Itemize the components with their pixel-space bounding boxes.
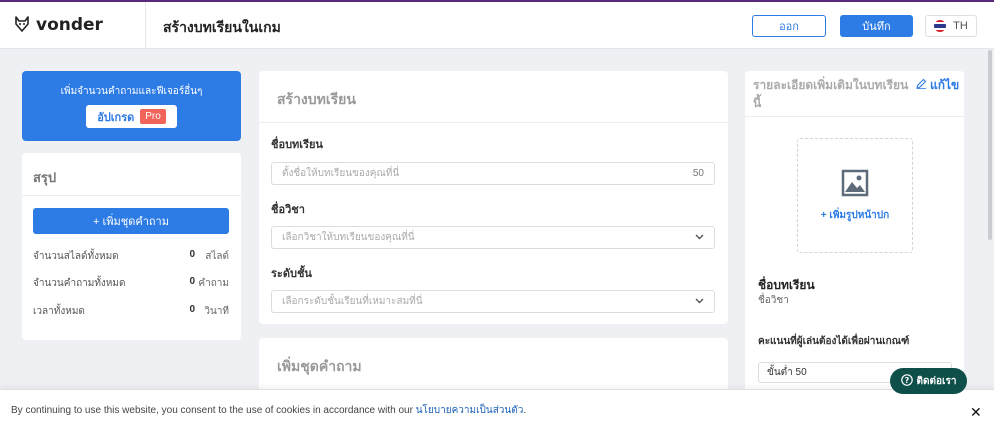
subject-select[interactable]: เลือกวิชาให้บทเรียนของคุณที่นี่ xyxy=(271,226,715,249)
upgrade-banner: เพิ่มจำนวนคำถามและฟีเจอร์อื่นๆ อัปเกรด P… xyxy=(22,71,241,141)
contact-label: ติดต่อเรา xyxy=(916,375,957,387)
stat-unit: คำถาม xyxy=(198,278,229,289)
brand-name: vonder xyxy=(36,15,103,35)
add-question-set-button[interactable]: + เพิ่มชุดคำถาม xyxy=(33,208,229,234)
subject-placeholder: เลือกวิชาให้บทเรียนของคุณที่นี่ xyxy=(282,232,415,243)
upgrade-button-label: อัปเกรด xyxy=(97,111,135,124)
edit-details-link[interactable]: แก้ไข xyxy=(916,76,960,94)
upgrade-text: เพิ่มจำนวนคำถามและฟีเจอร์อื่นๆ xyxy=(60,86,203,97)
thai-flag-icon xyxy=(934,20,947,32)
cookie-banner: By continuing to use this website, you c… xyxy=(0,389,994,435)
stat-unit: สไลด์ xyxy=(205,251,229,262)
app-header: vonder สร้างบทเรียนในเกม ออก บันทึก TH xyxy=(0,2,994,49)
pro-badge: Pro xyxy=(140,109,166,124)
stat-row-slides: จำนวนสไลด์ทั้งหมด 0 สไลด์ xyxy=(33,249,229,264)
passing-score-label: คะแนนที่ผู้เล่นต้องได้เพื่อผ่านเกณฑ์ xyxy=(758,336,910,347)
summary-title: สรุป xyxy=(33,170,57,185)
close-icon[interactable]: ✕ xyxy=(970,404,982,421)
lesson-name-placeholder: ตั้งชื่อให้บทเรียนของคุณที่นี่ xyxy=(282,168,400,179)
create-lesson-card: สร้างบทเรียน ชื่อบทเรียน ตั้งชื่อให้บทเร… xyxy=(259,71,728,324)
help-icon: ? xyxy=(900,373,913,389)
header-divider xyxy=(145,2,146,49)
chevron-down-icon xyxy=(695,232,704,243)
stat-unit: วินาที xyxy=(204,306,229,317)
stat-label: จำนวนสไลด์ทั้งหมด xyxy=(33,251,119,262)
lesson-details-card: รายละเอียดเพิ่มเติมในบทเรียนนี้ แก้ไข + … xyxy=(745,71,964,401)
stat-value: 0 xyxy=(189,276,195,287)
stat-label: จำนวนคำถามทั้งหมด xyxy=(33,278,126,289)
contact-us-button[interactable]: ? ติดต่อเรา xyxy=(890,368,967,394)
add-cover-label: + เพิ่มรูปหน้าปก xyxy=(820,209,890,221)
stat-label: เวลาทั้งหมด xyxy=(33,306,85,317)
page-scrollbar[interactable] xyxy=(988,50,992,240)
summary-divider xyxy=(22,195,241,196)
stat-value: 0 xyxy=(189,304,195,315)
chevron-down-icon xyxy=(695,296,704,307)
save-button[interactable]: บันทึก xyxy=(840,15,913,37)
level-select[interactable]: เลือกระดับชั้นเรียนที่เหมาะสมที่นี่ xyxy=(271,290,715,313)
lesson-divider xyxy=(259,122,728,123)
stat-row-time: เวลาทั้งหมด 0 วินาที xyxy=(33,304,229,319)
cookie-text: By continuing to use this website, you c… xyxy=(11,403,526,418)
fox-logo-icon xyxy=(14,15,30,35)
subject-label: ชื่อวิชา xyxy=(271,204,305,216)
stat-row-questions: จำนวนคำถามทั้งหมด 0 คำถาม xyxy=(33,276,229,291)
image-icon xyxy=(841,169,869,200)
cookie-period: . xyxy=(523,405,527,416)
language-selector[interactable]: TH xyxy=(925,15,977,37)
details-divider xyxy=(745,116,964,117)
lesson-name-input[interactable]: ตั้งชื่อให้บทเรียนของคุณที่นี่ 50 xyxy=(271,162,715,185)
lesson-name-label: ชื่อบทเรียน xyxy=(271,139,323,151)
detail-subject-name: ชื่อวิชา xyxy=(758,295,789,306)
privacy-policy-link[interactable]: นโยบายความเป็นส่วนตัว xyxy=(416,405,524,416)
details-title: รายละเอียดเพิ่มเติมในบทเรียนนี้ xyxy=(753,78,909,110)
brand-logo[interactable]: vonder xyxy=(14,15,103,35)
edit-label: แก้ไข xyxy=(930,78,960,92)
add-cover-image[interactable]: + เพิ่มรูปหน้าปก xyxy=(797,138,913,253)
question-set-title: เพิ่มชุดคำถาม xyxy=(277,358,362,374)
level-label: ระดับชั้น xyxy=(271,268,312,280)
create-lesson-title: สร้างบทเรียน xyxy=(277,91,356,107)
cookie-message: By continuing to use this website, you c… xyxy=(11,405,416,416)
svg-text:?: ? xyxy=(904,376,909,385)
lesson-name-char-limit: 50 xyxy=(692,168,704,179)
stat-value: 0 xyxy=(189,249,195,260)
pencil-icon xyxy=(916,76,927,94)
page-title: สร้างบทเรียนในเกม xyxy=(163,19,281,35)
level-placeholder: เลือกระดับชั้นเรียนที่เหมาะสมที่นี่ xyxy=(282,296,423,307)
upgrade-button[interactable]: อัปเกรด Pro xyxy=(86,105,177,128)
language-code: TH xyxy=(953,20,968,32)
summary-card: สรุป + เพิ่มชุดคำถาม จำนวนสไลด์ทั้งหมด 0… xyxy=(22,153,241,340)
exit-button[interactable]: ออก xyxy=(752,15,826,37)
